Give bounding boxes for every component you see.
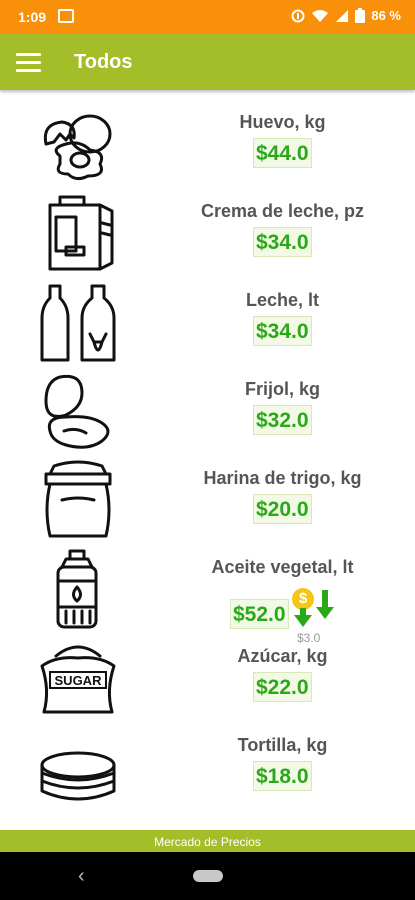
down-arrow-icon (316, 607, 334, 619)
list-item[interactable]: Harina de trigo, kg $20.0 (0, 448, 415, 540)
down-arrow-icon (294, 615, 312, 627)
data-saver-icon (291, 9, 305, 22)
eggs-icon (36, 104, 122, 184)
status-bar: 1:09 86 % (0, 0, 415, 34)
wifi-icon (312, 9, 329, 22)
product-name: Crema de leche, pz (200, 201, 365, 221)
battery-percent: 86 % (371, 8, 401, 23)
app-bar: Todos (0, 34, 415, 90)
product-price: $52.0 (230, 599, 289, 629)
status-time: 1:09 (18, 9, 47, 25)
oil-bottle-icon (36, 549, 122, 629)
list-item[interactable]: Huevo, kg $44.0 (0, 92, 415, 181)
navigation-bar: ‹ (0, 852, 415, 900)
product-name: Huevo, kg (239, 112, 326, 132)
list-item[interactable]: Tortilla, kg $18.0 (0, 715, 415, 804)
product-name: Azúcar, kg (237, 646, 328, 666)
product-price: $22.0 (253, 672, 312, 702)
list-item[interactable]: Frijol, kg $32.0 (0, 359, 415, 451)
list-item[interactable]: Aceite vegetal, lt (0, 537, 415, 629)
home-button[interactable] (193, 870, 223, 882)
product-price: $18.0 (253, 761, 312, 791)
product-price: $44.0 (253, 138, 312, 168)
milk-bottles-icon (36, 282, 122, 362)
price-change: $3.0 (297, 631, 321, 645)
battery-icon (355, 8, 366, 23)
cast-icon (58, 9, 74, 23)
list-item[interactable]: SUGAR Azúcar, kg $22.0 (0, 626, 415, 715)
product-name: Frijol, kg (244, 379, 320, 399)
down-arrow-icon (322, 590, 328, 608)
list-item[interactable]: Crema de leche, pz $34.0 (0, 181, 415, 273)
product-name: Leche, lt (245, 290, 320, 310)
menu-button[interactable] (14, 51, 44, 73)
product-price: $34.0 (253, 316, 312, 346)
back-icon[interactable]: ‹ (78, 865, 85, 888)
flour-sack-icon (36, 460, 122, 540)
product-list[interactable]: Huevo, kg $44.0 Crema de leche, pz $34.0… (0, 92, 415, 830)
price-decrease-indicator: $ (290, 586, 340, 627)
product-price: $20.0 (253, 494, 312, 524)
status-icons: 86 % (291, 8, 401, 23)
product-name: Tortilla, kg (237, 735, 328, 755)
product-name: Harina de trigo, kg (203, 468, 362, 488)
sugar-sack-icon: SUGAR (36, 638, 122, 718)
sugar-label: SUGAR (55, 673, 103, 688)
product-price: $34.0 (253, 227, 312, 257)
footer-label: Mercado de Precios (0, 830, 415, 852)
page-title: Todos (74, 51, 133, 73)
signal-icon (336, 9, 349, 22)
dollar-coin-icon: $ (292, 588, 314, 610)
list-item[interactable]: Leche, lt $34.0 (0, 270, 415, 362)
cream-carton-icon (36, 193, 122, 273)
tortillas-icon (36, 727, 122, 807)
beans-icon (36, 371, 122, 451)
product-name: Aceite vegetal, lt (211, 557, 354, 577)
product-price: $32.0 (253, 405, 312, 435)
